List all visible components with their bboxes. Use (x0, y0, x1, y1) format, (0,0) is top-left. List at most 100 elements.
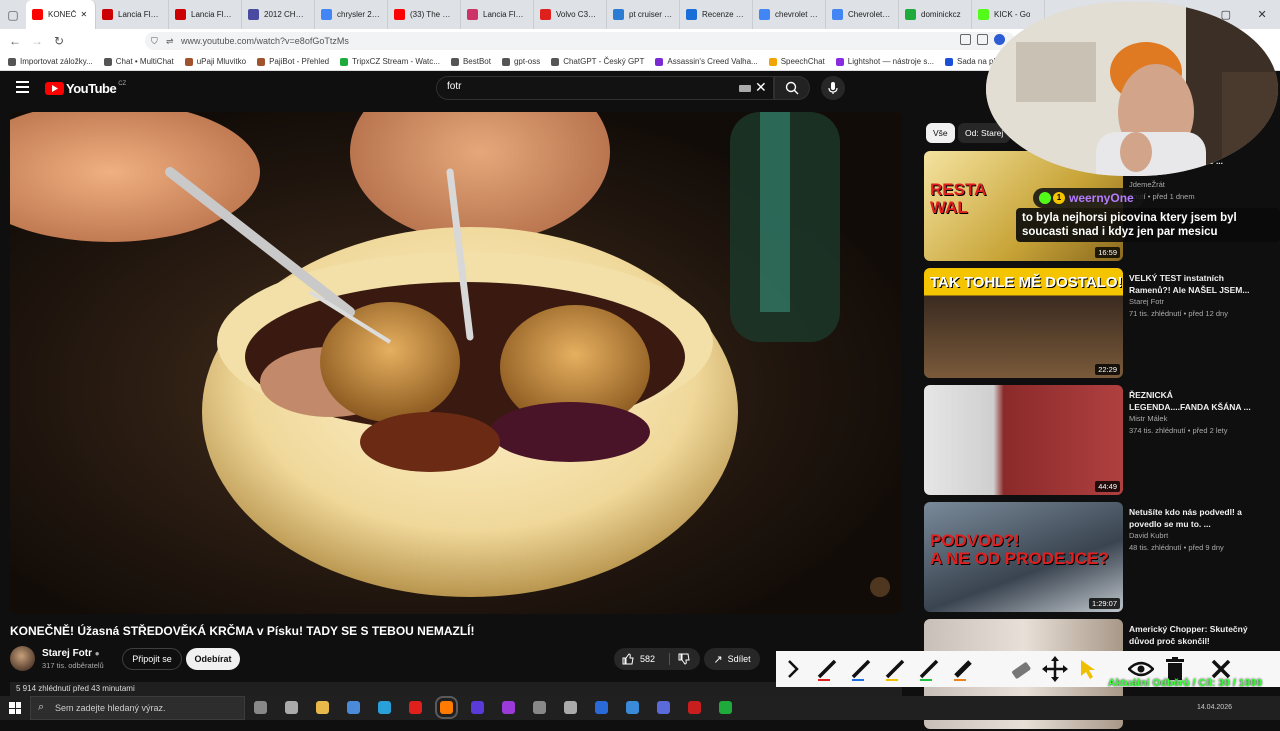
browser-tab[interactable]: Recenze a tes (680, 0, 753, 29)
voice-search-button[interactable] (821, 76, 845, 100)
tab-favicon-icon (686, 9, 697, 20)
highlighter-icon[interactable] (946, 652, 980, 686)
taskbar-search[interactable]: ⌕ Sem zadejte hledaný výraz. (30, 696, 245, 720)
chrome-icon[interactable] (285, 701, 298, 714)
bookmark-label: Lightshot — nástroje s... (847, 57, 935, 66)
description-box[interactable]: 5 914 zhlédnutí před 43 minutami (10, 682, 902, 696)
app-icon[interactable] (626, 701, 639, 714)
store-icon[interactable] (347, 701, 360, 714)
join-button[interactable]: Připojit se (122, 648, 182, 670)
bookmark-item[interactable]: PajiBot - Přehled (257, 57, 329, 66)
bookmark-item[interactable]: Importovat záložky... (8, 57, 93, 66)
view-count-date: 5 914 zhlédnutí před 43 minutami (16, 684, 135, 693)
file-explorer-icon[interactable] (316, 701, 329, 714)
opera-icon[interactable] (409, 701, 422, 714)
pen-yellow-icon[interactable] (878, 652, 912, 686)
obs-icon[interactable] (533, 701, 546, 714)
browser-tab[interactable]: Chevrolet SSR (826, 0, 899, 29)
video-duration: 22:29 (1095, 364, 1120, 375)
pointer-icon[interactable] (1072, 652, 1106, 686)
filter-chip[interactable]: Vše (926, 123, 955, 143)
browser-tab[interactable]: Lancia Flavia (169, 0, 242, 29)
recommended-channel[interactable]: Starej Fotr (1129, 297, 1164, 306)
recommended-video[interactable]: TAK TOHLE MĚ DOSTALO! 22:29 VELKÝ TEST ins… (924, 268, 1274, 380)
pen-blue-icon[interactable] (844, 652, 878, 686)
channel-name[interactable]: Starej Fotr ● (42, 648, 100, 659)
back-icon[interactable]: ← (4, 34, 26, 48)
clear-search-icon[interactable]: ✕ (755, 79, 767, 96)
browser-tab[interactable]: Lancia Flavia (96, 0, 169, 29)
browser-tab[interactable]: 2012 CHRYSL (242, 0, 315, 29)
bookmark-label: TripxCZ Stream - Watc... (352, 57, 440, 66)
close-tab-icon[interactable]: ✕ (80, 10, 87, 19)
bookmark-item[interactable]: SpeechChat (768, 57, 825, 66)
eraser-icon[interactable] (1004, 652, 1038, 686)
recommended-thumbnail[interactable]: TAK TOHLE MĚ DOSTALO! 22:29 (924, 268, 1123, 378)
bookmark-item[interactable]: uPaji Mluvitko (184, 57, 246, 66)
search-icon (785, 81, 799, 95)
forward-icon[interactable]: → (26, 34, 48, 48)
like-button[interactable]: 582 (622, 653, 655, 665)
youtube-logo[interactable]: YouTube CZ (45, 81, 126, 96)
task-view-icon[interactable] (254, 701, 267, 714)
firefox-icon[interactable] (435, 696, 458, 719)
recommended-title[interactable]: Netušíte kdo nás podvedl! a povedlo se m… (1129, 506, 1253, 530)
site-info-icon[interactable]: ⛉ (151, 32, 158, 50)
thumbnail-text: TAK TOHLE MĚ DOSTALO! (930, 274, 1123, 291)
app-icon[interactable] (719, 701, 732, 714)
tab-favicon-icon (759, 9, 770, 20)
recommended-channel[interactable]: David Kubrt (1129, 531, 1168, 540)
search-button[interactable] (774, 76, 810, 100)
collapse-toolbar-icon[interactable] (776, 652, 810, 686)
browser-tab[interactable]: dominickcz (899, 0, 972, 29)
pen-green-icon[interactable] (912, 652, 946, 686)
recommended-channel[interactable]: Mistr Málek (1129, 414, 1167, 423)
browser-tab[interactable]: Volvo C30 1,6 (534, 0, 607, 29)
recommended-video[interactable]: 44:49 ŘEZNICKÁ LEGENDA....FANDA KŠÁNA ...… (924, 385, 1274, 497)
youtube-play-icon (45, 82, 64, 95)
app-icon[interactable] (688, 701, 701, 714)
app-icon[interactable] (502, 701, 515, 714)
channel-avatar[interactable] (10, 646, 35, 671)
move-icon[interactable] (1038, 652, 1072, 686)
bookmark-item[interactable]: BestBot (450, 57, 491, 66)
recommended-title[interactable]: VELKÝ TEST instatních Ramenů?! Ale NAŠEL… (1129, 272, 1253, 296)
video-title: KONEČNĚ! Úžasná STŘEDOVĚKÁ KRČMA v Písku… (10, 624, 475, 638)
browser-tab[interactable]: Lancia Flavia (461, 0, 534, 29)
bookmark-item[interactable]: Assassin's Creed Valha... (655, 57, 758, 66)
bookmark-item[interactable]: Chat • MultiChat (103, 57, 174, 66)
recommended-title[interactable]: ŘEZNICKÁ LEGENDA....FANDA KŠÁNA ... (1129, 389, 1253, 413)
browser-tab[interactable]: chrysler 200 c (315, 0, 388, 29)
app-icon[interactable] (471, 701, 484, 714)
search-input[interactable]: fotr (447, 81, 461, 92)
browser-tab[interactable]: (33) The Chev (388, 0, 461, 29)
app-icon[interactable] (657, 701, 670, 714)
screenshot-icon[interactable] (960, 34, 971, 45)
app-icon[interactable] (564, 701, 577, 714)
bookmark-item[interactable]: TripxCZ Stream - Watc... (340, 57, 440, 66)
menu-icon[interactable] (16, 81, 29, 93)
recommended-video[interactable]: PODVOD?! A NE OD PRODEJCE? 1:29:07 Netušít… (924, 502, 1274, 614)
browser-tab[interactable]: pt cruiser cab (607, 0, 680, 29)
bookmark-item[interactable]: Lightshot — nástroje s... (835, 57, 935, 66)
subscribed-button[interactable]: Odebírat (186, 648, 240, 670)
recommended-title[interactable]: Americký Chopper: Skutečný důvod proč sk… (1129, 623, 1253, 647)
keyboard-icon[interactable] (739, 85, 751, 92)
recommended-thumbnail[interactable]: 44:49 (924, 385, 1123, 495)
app-icon[interactable] (595, 701, 608, 714)
video-player[interactable] (10, 112, 902, 614)
url-field[interactable]: ⛉ ⇌ www.youtube.com/watch?v=e8ofGoTtzMs (145, 32, 1015, 50)
start-icon[interactable] (9, 702, 21, 714)
dislike-button[interactable] (669, 653, 690, 665)
browser-tab[interactable]: KONEČ ✕ (26, 0, 96, 29)
pen-red-icon[interactable] (810, 652, 844, 686)
browser-tab[interactable]: chevrolet pick (753, 0, 826, 29)
share-button[interactable]: ↗ Sdílet (704, 648, 760, 670)
tune-icon[interactable]: ⇌ (166, 32, 174, 50)
reload-icon[interactable]: ↻ (48, 34, 70, 48)
bookmark-item[interactable]: ChatGPT - Český GPT (551, 57, 644, 66)
edge-icon[interactable] (378, 701, 391, 714)
recommended-thumbnail[interactable]: PODVOD?! A NE OD PRODEJCE? 1:29:07 (924, 502, 1123, 612)
bookmark-item[interactable]: gpt-oss (501, 57, 540, 66)
tab-actions-icon[interactable]: ▢ (0, 8, 26, 22)
